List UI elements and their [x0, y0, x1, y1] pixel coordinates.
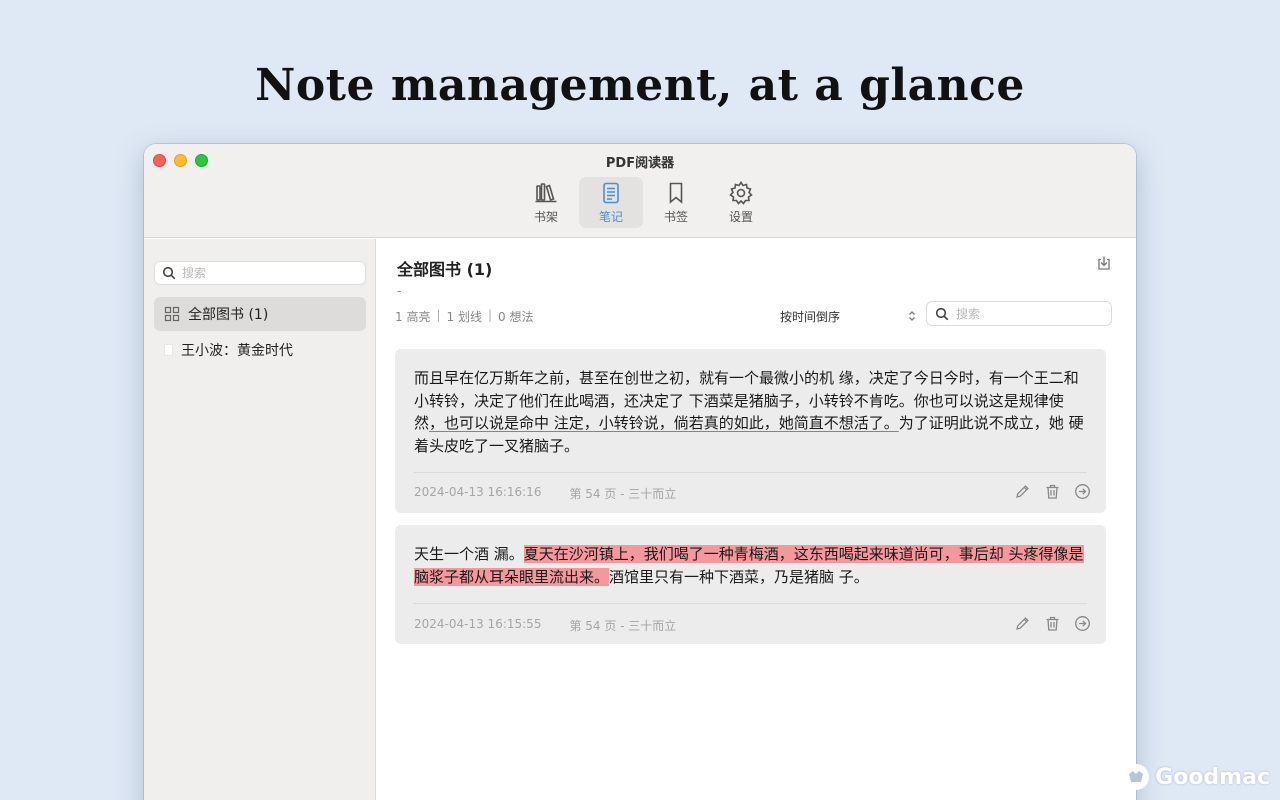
delete-button[interactable] [1044, 483, 1061, 500]
tab-notes-label: 笔记 [598, 210, 623, 224]
toolbar: 书架 笔记 书签 设置 [514, 177, 773, 228]
highlight-count: 1 高亮 [395, 310, 431, 324]
divider [414, 603, 1087, 604]
search-icon [935, 307, 949, 320]
note-timestamp: 2024-04-13 16:16:16 [414, 485, 542, 499]
subtitle-dash: - [397, 284, 402, 298]
underline-count: 1 划线 [446, 310, 482, 324]
gear-icon [729, 181, 753, 205]
note-stats: 1 高亮 | 1 划线 | 0 想法 [395, 308, 533, 325]
pencil-icon [1016, 485, 1029, 498]
tab-settings-label: 设置 [728, 210, 753, 224]
sidebar-search-input[interactable] [182, 266, 332, 280]
sidebar-item-all-books[interactable]: 全部图书 (1) [154, 297, 366, 331]
delete-button[interactable] [1044, 615, 1061, 632]
note-location: 第 54 页 - 三十而立 [569, 487, 677, 501]
tab-bookshelf[interactable]: 书架 [514, 177, 578, 228]
headline: Note management, at a glance [255, 60, 1025, 111]
tab-bookmarks[interactable]: 书签 [644, 177, 708, 228]
sidebar-item-book[interactable]: 王小波：黄金时代 [154, 333, 366, 367]
tab-notes[interactable]: 笔记 [579, 177, 643, 228]
note-text: 天生一个酒 漏。夏天在沙河镇上，我们喝了一种青梅酒，这东西喝起来味道尚可，事后却… [414, 543, 1086, 588]
arrow-circle-right-icon [1075, 484, 1090, 499]
trash-icon [1046, 616, 1059, 631]
tab-settings[interactable]: 设置 [709, 177, 773, 228]
sidebar-item-label: 王小波：黄金时代 [181, 343, 293, 359]
note-card[interactable]: 而且早在亿万斯年之前，甚至在创世之初，就有一个最微小的机 缘，决定了今日今时，有… [395, 349, 1106, 513]
divider [414, 472, 1087, 473]
note-meta: 2024-04-13 16:15:55 第 54 页 - 三十而立 [414, 617, 676, 634]
notes-icon [603, 182, 619, 204]
note-text: 而且早在亿万斯年之前，甚至在创世之初，就有一个最微小的机 缘，决定了今日今时，有… [414, 367, 1086, 457]
stats-separator: | [487, 308, 492, 322]
sidebar: 全部图书 (1) 王小波：黄金时代 [144, 239, 376, 800]
window-title: PDF阅读器 [605, 156, 675, 171]
tab-bookshelf-label: 书架 [533, 210, 558, 224]
export-button[interactable] [1096, 255, 1112, 275]
pencil-icon [1016, 617, 1029, 630]
note-location: 第 54 页 - 三十而立 [569, 619, 677, 633]
edit-button[interactable] [1014, 615, 1031, 632]
go-to-page-button[interactable] [1074, 615, 1091, 632]
chevron-updown-icon [908, 310, 916, 322]
bookmark-icon [669, 182, 683, 204]
notes-search-input[interactable] [956, 306, 1106, 321]
bookshelf-icon [535, 183, 557, 203]
note-actions [1014, 483, 1091, 500]
grid-icon [164, 306, 180, 322]
watermark-text: Goodmac [1155, 764, 1270, 790]
notes-panel: 全部图书 (1) - 1 高亮 | 1 划线 | 0 想法 按时间倒序 搜索 而… [376, 239, 1136, 800]
document-icon [164, 344, 173, 356]
thought-count: 0 想法 [498, 310, 534, 324]
arrow-circle-right-icon [1075, 616, 1090, 631]
sidebar-search[interactable] [154, 261, 366, 285]
note-timestamp: 2024-04-13 16:15:55 [414, 617, 542, 631]
watermark: Goodmac [1121, 762, 1270, 792]
note-underlined-text: ，也可以说是命中 注定，小转铃说，倘若真的如此，她简直不想活了。 [429, 414, 899, 432]
note-text-plain: 天生一个酒 漏。 [414, 545, 524, 563]
page-title: 全部图书 (1) [397, 260, 493, 279]
tab-bookmarks-label: 书签 [663, 210, 688, 224]
edit-button[interactable] [1014, 483, 1031, 500]
go-to-page-button[interactable] [1074, 483, 1091, 500]
note-card[interactable]: 天生一个酒 漏。夏天在沙河镇上，我们喝了一种青梅酒，这东西喝起来味道尚可，事后却… [395, 525, 1106, 644]
note-meta: 2024-04-13 16:16:16 第 54 页 - 三十而立 [414, 485, 676, 502]
sort-label: 按时间倒序 [780, 309, 841, 324]
export-icon [1098, 256, 1110, 270]
app-window: PDF阅读器 书架 笔记 书签 设置 搜索 全部图书 (1) 王小波：黄金时代 … [144, 144, 1136, 800]
goodmac-logo-icon [1123, 764, 1150, 790]
sort-select[interactable]: 按时间倒序 [780, 304, 916, 328]
note-actions [1014, 615, 1091, 632]
stats-separator: | [436, 308, 441, 322]
trash-icon [1046, 484, 1059, 499]
search-icon [162, 266, 176, 280]
note-text-plain: 酒馆里只有一种下酒菜，乃是猪脑 子。 [609, 567, 869, 586]
sidebar-item-label: 全部图书 (1) [188, 307, 269, 323]
notes-search[interactable] [926, 301, 1112, 326]
title-bar: PDF阅读器 书架 笔记 书签 设置 [144, 144, 1136, 238]
